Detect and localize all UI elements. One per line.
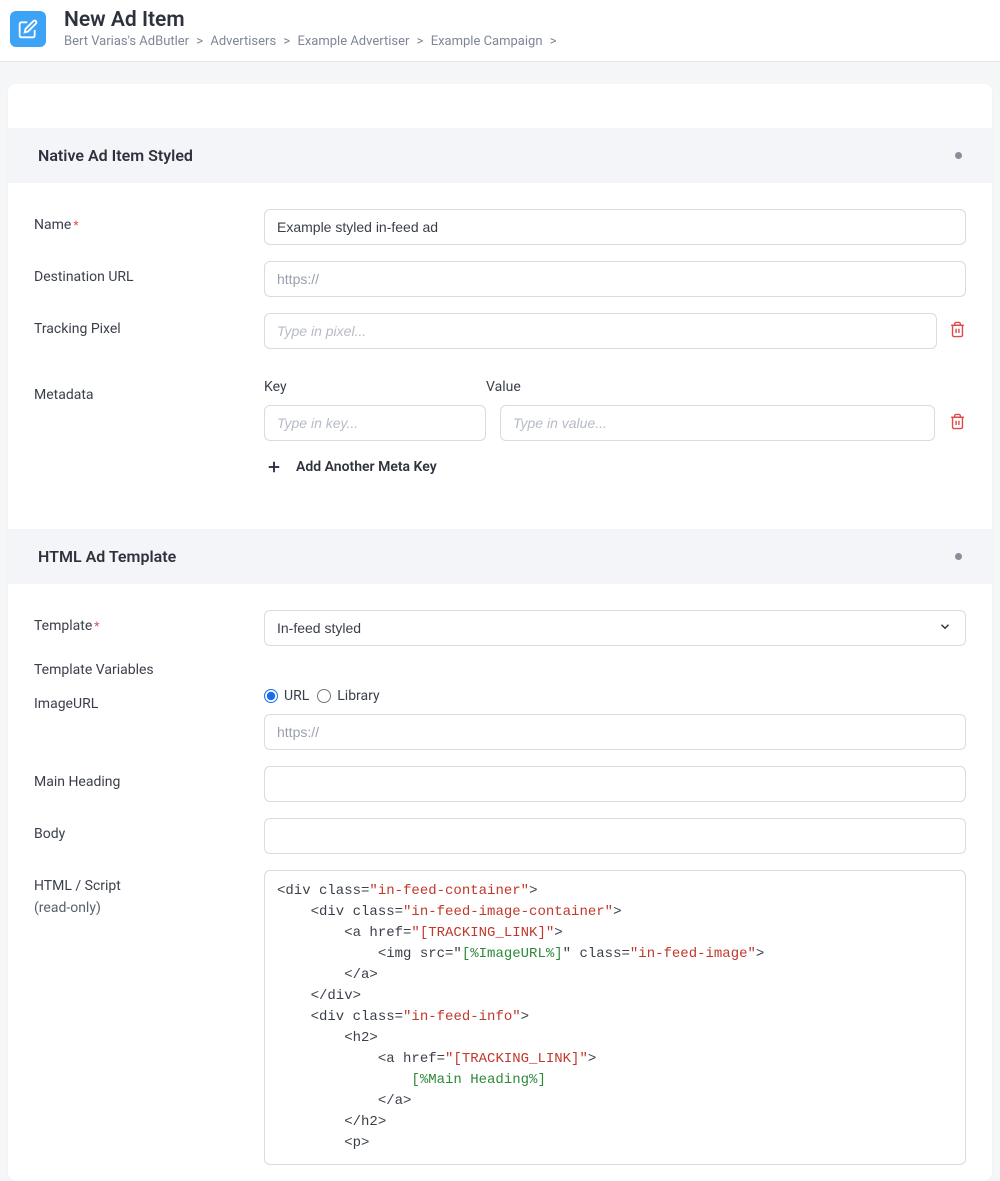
form-panel: Native Ad Item Styled Name* Destination … [8, 84, 992, 1181]
breadcrumb-item[interactable]: Advertisers [210, 34, 276, 49]
template-variables-label: Template Variables [34, 662, 966, 678]
html-script-label: HTML / Script (read-only) [34, 870, 264, 916]
name-input[interactable] [264, 209, 966, 245]
template-label: Template* [34, 610, 264, 634]
body-input[interactable] [264, 818, 966, 854]
metadata-label: Metadata [34, 379, 264, 403]
destination-url-input[interactable] [264, 261, 966, 297]
section-indicator-icon [955, 152, 962, 159]
page-header: New Ad Item Bert Varias's AdButler > Adv… [0, 0, 1000, 62]
html-script-readonly: <div class="in-feed-container"> <div cla… [264, 870, 966, 1165]
section-title: HTML Ad Template [38, 547, 176, 566]
trash-icon[interactable] [949, 413, 966, 434]
main-heading-label: Main Heading [34, 766, 264, 790]
plus-icon [264, 457, 284, 477]
metadata-key-label: Key [264, 379, 486, 395]
name-label: Name* [34, 209, 264, 233]
section-header-native[interactable]: Native Ad Item Styled [8, 128, 992, 183]
section-title: Native Ad Item Styled [38, 146, 193, 165]
template-select[interactable] [264, 610, 966, 646]
breadcrumb: Bert Varias's AdButler > Advertisers > E… [64, 34, 561, 49]
destination-url-label: Destination URL [34, 261, 264, 285]
imageurl-label: ImageURL [34, 688, 264, 712]
tracking-pixel-input[interactable] [264, 313, 937, 349]
metadata-key-input[interactable] [264, 405, 486, 441]
section-header-html-template[interactable]: HTML Ad Template [8, 529, 992, 584]
radio-library[interactable]: Library [317, 688, 379, 704]
new-ad-icon [10, 11, 46, 47]
metadata-value-input[interactable] [500, 405, 935, 441]
tracking-pixel-label: Tracking Pixel [34, 313, 264, 337]
metadata-value-label: Value [486, 379, 966, 395]
section-indicator-icon [955, 553, 962, 560]
add-meta-key-button[interactable]: Add Another Meta Key [264, 457, 966, 477]
radio-url[interactable]: URL [264, 688, 309, 704]
imageurl-input[interactable] [264, 714, 966, 750]
breadcrumb-item[interactable]: Example Campaign [431, 34, 543, 49]
page-title: New Ad Item [64, 8, 561, 32]
breadcrumb-item[interactable]: Bert Varias's AdButler [64, 34, 189, 49]
main-heading-input[interactable] [264, 766, 966, 802]
body-label: Body [34, 818, 264, 842]
trash-icon[interactable] [949, 321, 966, 342]
breadcrumb-item[interactable]: Example Advertiser [297, 34, 409, 49]
